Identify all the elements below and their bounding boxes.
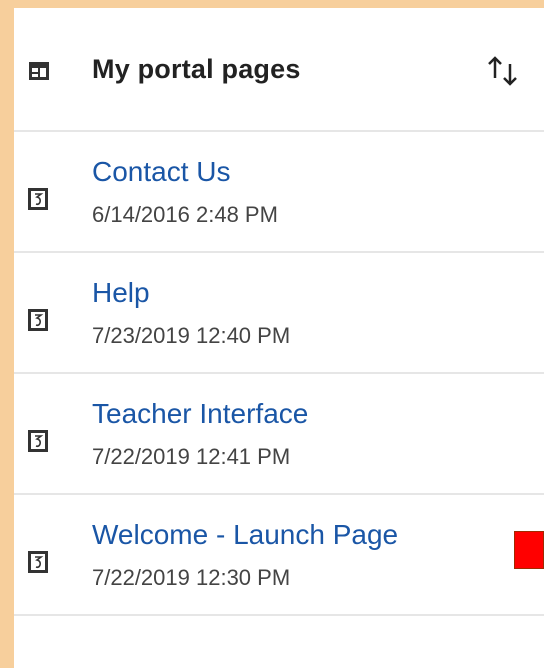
highlight-marker [514, 531, 544, 569]
page-link[interactable]: Welcome - Launch Page [92, 519, 398, 551]
list-item[interactable]: Welcome - Launch Page 7/22/2019 12:30 PM [14, 495, 544, 616]
list-item[interactable]: Teacher Interface 7/22/2019 12:41 PM [14, 374, 544, 495]
portal-page-icon [28, 188, 48, 210]
page-modified-date: 7/23/2019 12:40 PM [92, 323, 291, 348]
page-link[interactable]: Teacher Interface [92, 398, 308, 430]
page-modified-date: 7/22/2019 12:30 PM [92, 565, 291, 590]
page-modified-date: 7/22/2019 12:41 PM [92, 444, 291, 469]
portal-pages-list: Contact Us 6/14/2016 2:48 PM Help 7/23/2… [14, 132, 544, 616]
portal-page-icon [28, 430, 48, 452]
portal-pages-panel: My portal pages Contact Us 6/14/2016 2:4… [14, 8, 544, 668]
portal-page-icon [28, 309, 48, 331]
page-title: My portal pages [92, 54, 301, 84]
list-item[interactable]: Contact Us 6/14/2016 2:48 PM [14, 132, 544, 253]
page-link[interactable]: Contact Us [92, 156, 231, 188]
panel-header: My portal pages [14, 8, 544, 132]
page-link[interactable]: Help [92, 277, 150, 309]
page-modified-date: 6/14/2016 2:48 PM [92, 202, 278, 227]
portal-pages-icon [28, 60, 50, 82]
sort-arrows-icon[interactable] [482, 52, 524, 92]
portal-page-icon [28, 551, 48, 573]
list-item[interactable]: Help 7/23/2019 12:40 PM [14, 253, 544, 374]
